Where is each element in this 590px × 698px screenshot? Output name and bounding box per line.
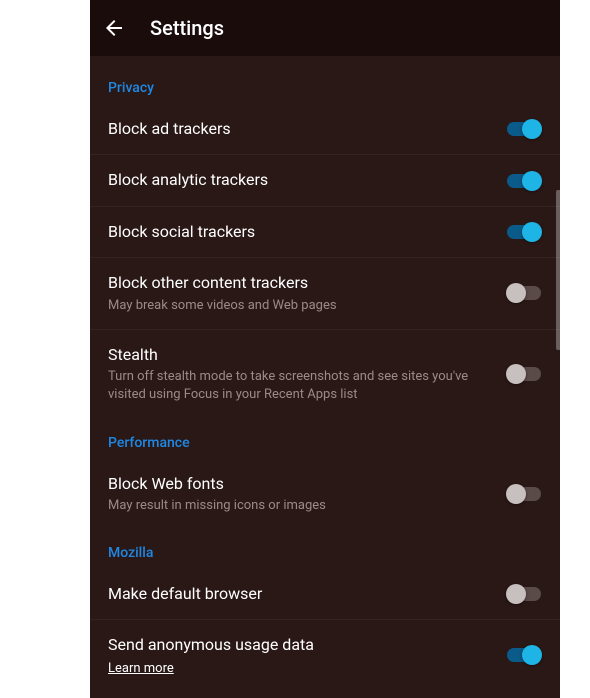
setting-block-analytic-trackers[interactable]: Block analytic trackers bbox=[90, 155, 560, 206]
setting-title: Block ad trackers bbox=[108, 118, 490, 140]
settings-list: Privacy Block ad trackers Block analytic… bbox=[90, 56, 560, 690]
setting-block-web-fonts[interactable]: Block Web fonts May result in missing ic… bbox=[90, 459, 560, 530]
setting-title: Send anonymous usage data bbox=[108, 634, 490, 656]
toggle-block-ad-trackers[interactable] bbox=[506, 119, 542, 139]
setting-title: Make default browser bbox=[108, 583, 490, 605]
setting-subtitle: Turn off stealth mode to take screenshot… bbox=[108, 368, 490, 404]
section-header-mozilla: Mozilla bbox=[90, 529, 560, 569]
setting-text: Make default browser bbox=[108, 583, 506, 605]
setting-send-anonymous-usage-data[interactable]: Send anonymous usage data Learn more bbox=[90, 620, 560, 689]
back-icon[interactable] bbox=[102, 16, 126, 40]
toggle-block-web-fonts[interactable] bbox=[506, 484, 542, 504]
toggle-block-other-content-trackers[interactable] bbox=[506, 283, 542, 303]
setting-text: Block ad trackers bbox=[108, 118, 506, 140]
section-header-privacy: Privacy bbox=[90, 64, 560, 104]
toggle-make-default-browser[interactable] bbox=[506, 584, 542, 604]
setting-make-default-browser[interactable]: Make default browser bbox=[90, 569, 560, 620]
setting-block-ad-trackers[interactable]: Block ad trackers bbox=[90, 104, 560, 155]
setting-block-other-content-trackers[interactable]: Block other content trackers May break s… bbox=[90, 258, 560, 330]
setting-text: Send anonymous usage data Learn more bbox=[108, 634, 506, 675]
setting-title: Stealth bbox=[108, 344, 490, 366]
setting-block-social-trackers[interactable]: Block social trackers bbox=[90, 207, 560, 258]
learn-more-link[interactable]: Learn more bbox=[108, 661, 174, 676]
toggle-block-analytic-trackers[interactable] bbox=[506, 171, 542, 191]
toggle-block-social-trackers[interactable] bbox=[506, 222, 542, 242]
setting-text: Block social trackers bbox=[108, 221, 506, 243]
setting-title: Block social trackers bbox=[108, 221, 490, 243]
app-bar: Settings bbox=[90, 0, 560, 56]
setting-subtitle: May break some videos and Web pages bbox=[108, 297, 490, 315]
setting-title: Block other content trackers bbox=[108, 272, 490, 294]
settings-screen: Settings Privacy Block ad trackers Block… bbox=[90, 0, 560, 698]
setting-text: Block analytic trackers bbox=[108, 169, 506, 191]
setting-stealth[interactable]: Stealth Turn off stealth mode to take sc… bbox=[90, 330, 560, 419]
toggle-send-anonymous-usage-data[interactable] bbox=[506, 645, 542, 665]
setting-title: Block Web fonts bbox=[108, 473, 490, 495]
edge-scroll-indicator bbox=[556, 190, 560, 350]
toggle-stealth[interactable] bbox=[506, 364, 542, 384]
setting-subtitle: May result in missing icons or images bbox=[108, 497, 490, 515]
setting-title: Block analytic trackers bbox=[108, 169, 490, 191]
setting-text: Block other content trackers May break s… bbox=[108, 272, 506, 315]
section-header-performance: Performance bbox=[90, 419, 560, 459]
page-title: Settings bbox=[150, 16, 224, 40]
setting-text: Block Web fonts May result in missing ic… bbox=[108, 473, 506, 516]
setting-text: Stealth Turn off stealth mode to take sc… bbox=[108, 344, 506, 405]
